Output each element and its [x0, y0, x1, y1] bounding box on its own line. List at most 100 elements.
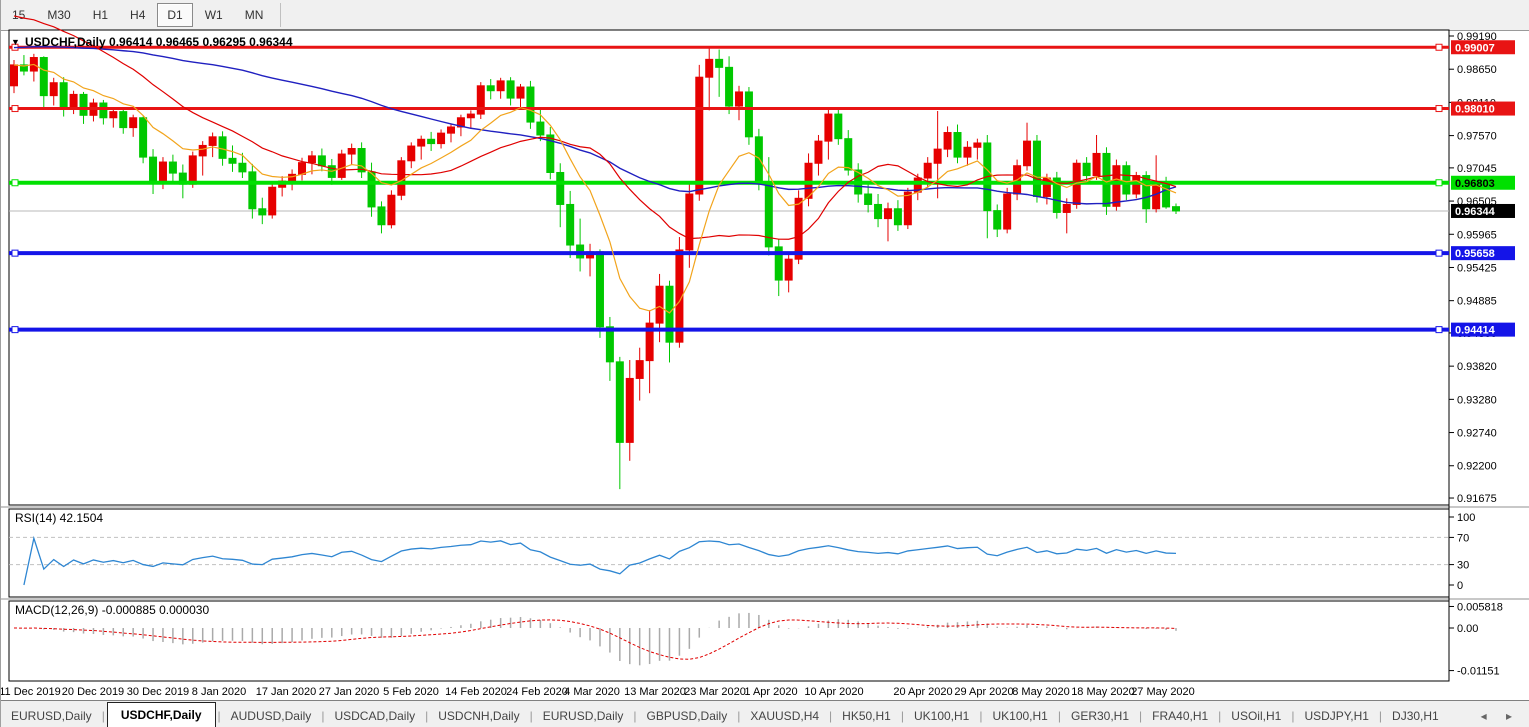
candle [974, 143, 981, 147]
candle [785, 259, 792, 280]
candle [388, 195, 395, 225]
chart-title: USDCHF,Daily 0.96414 0.96465 0.96295 0.9… [25, 35, 293, 49]
tab-eurusd-daily[interactable]: EURUSD,Daily [533, 704, 634, 727]
price-tick-label: 0.92740 [1457, 428, 1497, 440]
price-tick-label: 0.97045 [1457, 163, 1497, 175]
candle [517, 87, 524, 98]
price-tick-label: 0.93820 [1457, 361, 1497, 373]
macd-panel[interactable] [9, 601, 1449, 681]
candle [567, 204, 574, 245]
rsi-panel[interactable] [9, 509, 1449, 597]
candle [408, 146, 415, 161]
tab-fra40-h1[interactable]: FRA40,H1 [1142, 704, 1218, 727]
candle [904, 192, 911, 225]
tab-ger30-h1[interactable]: GER30,H1 [1061, 704, 1139, 727]
line-handle[interactable] [1436, 44, 1442, 50]
price-tick-label: 0.92200 [1457, 461, 1497, 473]
line-handle[interactable] [1436, 180, 1442, 186]
candle [438, 133, 445, 143]
tab-usdchf-daily[interactable]: USDCHF,Daily [107, 702, 216, 727]
candle [368, 172, 375, 207]
line-handle[interactable] [12, 250, 18, 256]
line-handle[interactable] [12, 180, 18, 186]
chart-canvas[interactable]: 0.991900.986500.981100.975700.970450.965… [1, 0, 1529, 727]
candle [169, 162, 176, 173]
candle [308, 156, 315, 163]
candle [50, 83, 57, 96]
tab-usoil-h1[interactable]: USOil,H1 [1221, 704, 1291, 727]
macd-tick-label: 0.00 [1457, 623, 1478, 635]
candle [338, 154, 345, 177]
candle [894, 209, 901, 225]
candle [130, 118, 137, 128]
candle [884, 209, 891, 219]
price-tick-label: 0.94885 [1457, 296, 1497, 308]
candle [994, 211, 1001, 229]
line-handle[interactable] [12, 106, 18, 112]
line-handle[interactable] [1436, 327, 1442, 333]
rsi-tick-label: 70 [1457, 532, 1469, 544]
date-tick-label: 4 Mar 2020 [564, 686, 620, 698]
candle [944, 133, 951, 150]
date-tick-label: 8 May 2020 [1012, 686, 1069, 698]
candle [1024, 141, 1031, 166]
tab-eurusd-daily[interactable]: EURUSD,Daily [1, 704, 102, 727]
tab-usdcnh-daily[interactable]: USDCNH,Daily [428, 704, 529, 727]
price-tick-label: 0.95965 [1457, 229, 1497, 241]
tab-usdcad-daily[interactable]: USDCAD,Daily [324, 704, 425, 727]
candle [934, 149, 941, 163]
macd-label: MACD(12,26,9) -0.000885 0.000030 [15, 603, 209, 617]
candle [845, 139, 852, 170]
candle [865, 194, 872, 204]
candle [249, 172, 256, 209]
candle [666, 286, 673, 342]
candle [1033, 141, 1040, 196]
tab-hk50-h1[interactable]: HK50,H1 [832, 704, 901, 727]
date-tick-label: 27 May 2020 [1131, 686, 1195, 698]
line-handle[interactable] [1436, 106, 1442, 112]
tab-xauusd-h4[interactable]: XAUUSD,H4 [740, 704, 829, 727]
macd-tick-label: 0.005818 [1457, 601, 1503, 613]
candle [40, 58, 47, 96]
tab-usdjpy-h1[interactable]: USDJPY,H1 [1294, 704, 1378, 727]
candle [70, 94, 77, 109]
candle [527, 87, 534, 122]
candle [428, 139, 435, 143]
tab-dj30-h1[interactable]: DJ30,H1 [1382, 704, 1449, 727]
candle [100, 103, 107, 118]
axis-price-box-label: 0.95658 [1455, 248, 1495, 260]
tab-uk100-h1[interactable]: UK100,H1 [904, 704, 979, 727]
candle [229, 158, 236, 163]
tab-uk100-h1[interactable]: UK100,H1 [982, 704, 1057, 727]
candle [447, 127, 454, 133]
candle [606, 327, 613, 362]
date-tick-label: 1 Apr 2020 [744, 686, 797, 698]
candle [716, 59, 723, 67]
date-tick-label: 14 Feb 2020 [445, 686, 507, 698]
axis-price-box-label: 0.94414 [1455, 325, 1496, 337]
axis-price-box-label: 0.96344 [1455, 206, 1496, 218]
tab-separator: | [102, 704, 105, 727]
tab-scroll-arrows[interactable]: ◂ ▸ [1471, 704, 1529, 727]
indicator-dropdown-icon: ▼ [11, 37, 20, 47]
candle [299, 163, 306, 175]
candle [199, 145, 206, 155]
tab-audusd-daily[interactable]: AUDUSD,Daily [221, 704, 322, 727]
date-tick-label: 11 Dec 2019 [1, 686, 61, 698]
candle [378, 207, 385, 225]
line-handle[interactable] [12, 327, 18, 333]
tab-gbpusd-daily[interactable]: GBPUSD,Daily [637, 704, 738, 727]
candle [507, 81, 514, 98]
candle [875, 204, 882, 218]
price-tick-label: 0.95425 [1457, 262, 1497, 274]
candle [626, 378, 633, 442]
candle [964, 147, 971, 157]
candle [348, 149, 355, 155]
candle [487, 86, 494, 91]
candle [1133, 176, 1140, 194]
line-handle[interactable] [1436, 250, 1442, 256]
candle [120, 112, 127, 128]
candle [209, 137, 216, 146]
candle [795, 198, 802, 259]
date-tick-label: 18 May 2020 [1071, 686, 1135, 698]
